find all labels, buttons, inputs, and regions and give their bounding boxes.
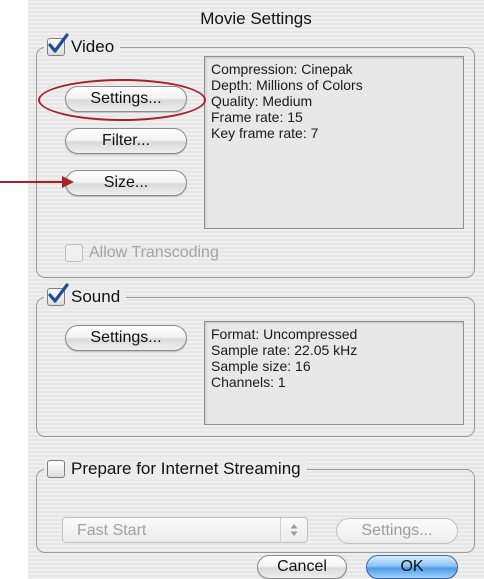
annotation-arrow	[0, 176, 74, 188]
